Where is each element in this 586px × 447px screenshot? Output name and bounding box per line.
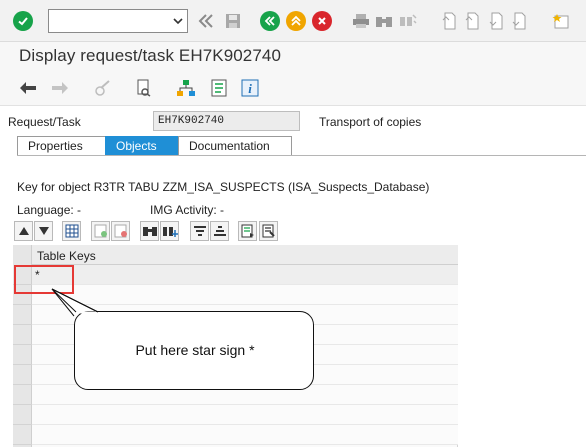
cancel-icon[interactable] bbox=[311, 10, 333, 32]
img-activity-text: IMG Activity: - bbox=[150, 203, 225, 217]
save-icon[interactable] bbox=[222, 10, 244, 32]
row-selector[interactable] bbox=[13, 345, 32, 365]
row-selector[interactable] bbox=[13, 385, 32, 405]
request-type-text: Transport of copies bbox=[319, 115, 422, 129]
table-row[interactable] bbox=[32, 285, 458, 305]
last-page-icon[interactable] bbox=[508, 10, 530, 32]
find-next-icon[interactable] bbox=[397, 10, 419, 32]
row-selector[interactable] bbox=[13, 405, 32, 425]
command-input[interactable] bbox=[49, 10, 167, 32]
request-task-label: Request/Task bbox=[8, 115, 81, 129]
info-icon[interactable]: i bbox=[239, 77, 261, 99]
find-next-binoculars-icon[interactable] bbox=[160, 221, 179, 241]
select-all-icon[interactable] bbox=[62, 221, 81, 241]
column-header-table-keys[interactable]: Table Keys bbox=[32, 245, 458, 265]
forward-arrow-icon[interactable] bbox=[49, 77, 71, 99]
command-field[interactable] bbox=[48, 9, 188, 33]
check-icon[interactable] bbox=[133, 77, 155, 99]
print-icon[interactable] bbox=[350, 10, 372, 32]
display-change-icon[interactable] bbox=[91, 77, 113, 99]
tab-objects[interactable]: Objects bbox=[105, 136, 179, 156]
enter-icon[interactable] bbox=[12, 10, 34, 32]
row-selector[interactable] bbox=[13, 365, 32, 385]
annotation-callout: Put here star sign * bbox=[74, 311, 314, 390]
table-toolbar bbox=[14, 220, 586, 242]
tab-documentation[interactable]: Documentation bbox=[178, 136, 292, 156]
hierarchy-icon[interactable] bbox=[175, 77, 197, 99]
table-row[interactable]: * bbox=[32, 265, 458, 285]
back-double-icon[interactable] bbox=[195, 10, 217, 32]
request-task-field[interactable]: EH7K902740 bbox=[153, 111, 300, 131]
callout-text: Put here star sign * bbox=[135, 342, 255, 358]
title-bar: Display request/task EH7K902740 bbox=[0, 42, 586, 70]
sort-ascending-icon[interactable] bbox=[190, 221, 209, 241]
scroll-down-icon[interactable] bbox=[34, 221, 53, 241]
create-session-icon[interactable] bbox=[550, 10, 572, 32]
tab-divider bbox=[17, 155, 586, 156]
key-for-object-text: Key for object R3TR TABU ZZM_ISA_SUSPECT… bbox=[17, 180, 430, 194]
exit-icon[interactable] bbox=[285, 10, 307, 32]
page-title: Display request/task EH7K902740 bbox=[19, 46, 282, 65]
next-page-icon[interactable] bbox=[485, 10, 507, 32]
object-list-icon[interactable] bbox=[208, 77, 230, 99]
application-toolbar: i bbox=[0, 70, 586, 106]
details-icon[interactable] bbox=[238, 221, 257, 241]
highlight-box bbox=[14, 265, 74, 294]
svg-text:i: i bbox=[248, 81, 252, 96]
chevron-down-icon[interactable] bbox=[173, 15, 183, 29]
scroll-up-icon[interactable] bbox=[14, 221, 33, 241]
row-selector[interactable] bbox=[13, 425, 32, 445]
sort-descending-icon[interactable] bbox=[210, 221, 229, 241]
delete-row-icon[interactable] bbox=[111, 221, 130, 241]
find-icon[interactable] bbox=[373, 10, 395, 32]
row-selector[interactable] bbox=[13, 305, 32, 325]
find-binoculars-icon[interactable] bbox=[140, 221, 159, 241]
table-row[interactable] bbox=[32, 425, 458, 445]
back-arrow-icon[interactable] bbox=[17, 77, 39, 99]
print-list-icon[interactable] bbox=[259, 221, 278, 241]
row-selector[interactable] bbox=[13, 325, 32, 345]
language-text: Language: - bbox=[17, 203, 82, 217]
previous-page-icon[interactable] bbox=[461, 10, 483, 32]
tab-strip: Properties Objects Documentation bbox=[17, 136, 292, 156]
first-page-icon[interactable] bbox=[438, 10, 460, 32]
tab-properties[interactable]: Properties bbox=[17, 136, 106, 156]
back-icon[interactable] bbox=[259, 10, 281, 32]
system-toolbar bbox=[0, 0, 586, 42]
insert-row-icon[interactable] bbox=[91, 221, 110, 241]
table-row[interactable] bbox=[32, 405, 458, 425]
